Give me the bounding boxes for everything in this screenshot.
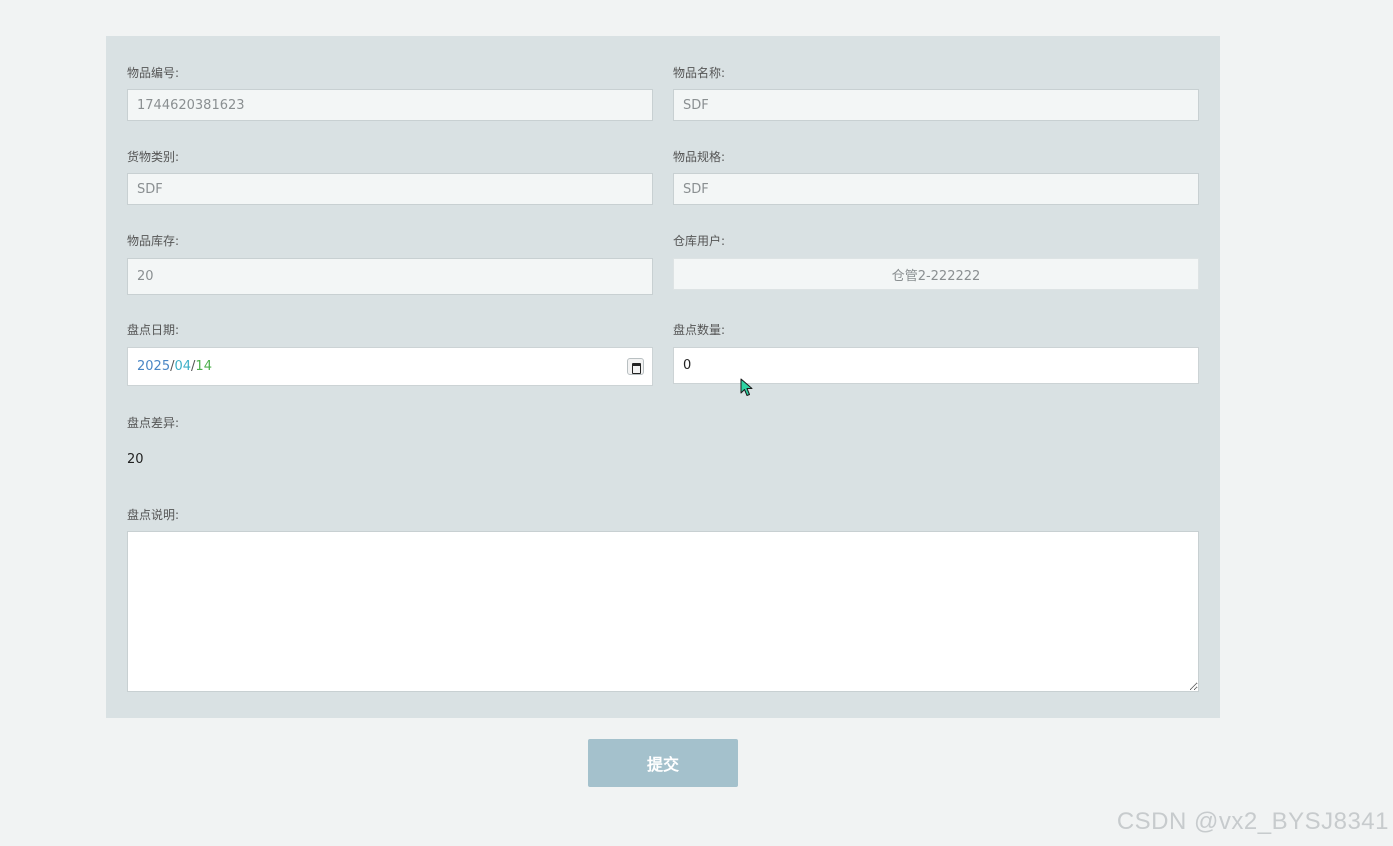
item-name-input[interactable]: SDF [673, 89, 1199, 121]
date-month[interactable]: 04 [174, 359, 191, 374]
warehouse-user-field: 仓库用户: 仓管2-222222 [673, 234, 1199, 290]
item-spec-field: 物品规格: SDF [673, 150, 1199, 206]
check-date-label: 盘点日期: [127, 323, 180, 337]
check-difference-label: 盘点差异: [127, 416, 180, 430]
goods-category-input[interactable]: SDF [127, 173, 653, 205]
warehouse-user-select[interactable]: 仓管2-222222 [673, 258, 1199, 290]
date-day[interactable]: 14 [195, 359, 212, 374]
submit-button[interactable]: 提交 [588, 739, 738, 787]
check-date-field: 盘点日期: 2025/04/14 [127, 323, 653, 387]
check-date-input[interactable]: 2025/04/14 [127, 347, 653, 386]
item-stock-input[interactable]: 20 [127, 258, 653, 295]
item-stock-label: 物品库存: [127, 234, 180, 248]
item-code-input[interactable]: 1744620381623 [127, 89, 653, 121]
item-stock-field: 物品库存: 20 [127, 234, 653, 296]
check-difference-value: 20 [127, 452, 144, 467]
form-panel: 物品编号: 1744620381623 物品名称: SDF 货物类别: SDF … [106, 36, 1220, 718]
goods-category-field: 货物类别: SDF [127, 150, 653, 206]
csdn-watermark: CSDN @vx2_BYSJ8341 [1116, 808, 1389, 835]
item-name-field: 物品名称: SDF [673, 66, 1199, 122]
check-quantity-field: 盘点数量: 0 [673, 323, 1199, 385]
date-year[interactable]: 2025 [137, 359, 170, 374]
check-difference-field: 盘点差异: 20 [127, 416, 653, 467]
mouse-cursor-icon [740, 378, 753, 396]
check-description-field: 盘点说明: [127, 508, 1199, 693]
item-code-label: 物品编号: [127, 66, 180, 80]
warehouse-user-label: 仓库用户: [673, 234, 726, 248]
item-code-field: 物品编号: 1744620381623 [127, 66, 653, 122]
check-quantity-label: 盘点数量: [673, 323, 726, 337]
item-name-label: 物品名称: [673, 66, 726, 80]
item-spec-label: 物品规格: [673, 150, 726, 164]
check-description-textarea[interactable] [127, 531, 1199, 692]
item-spec-input[interactable]: SDF [673, 173, 1199, 205]
goods-category-label: 货物类别: [127, 150, 180, 164]
check-description-label: 盘点说明: [127, 508, 180, 522]
calendar-icon[interactable] [627, 358, 644, 375]
